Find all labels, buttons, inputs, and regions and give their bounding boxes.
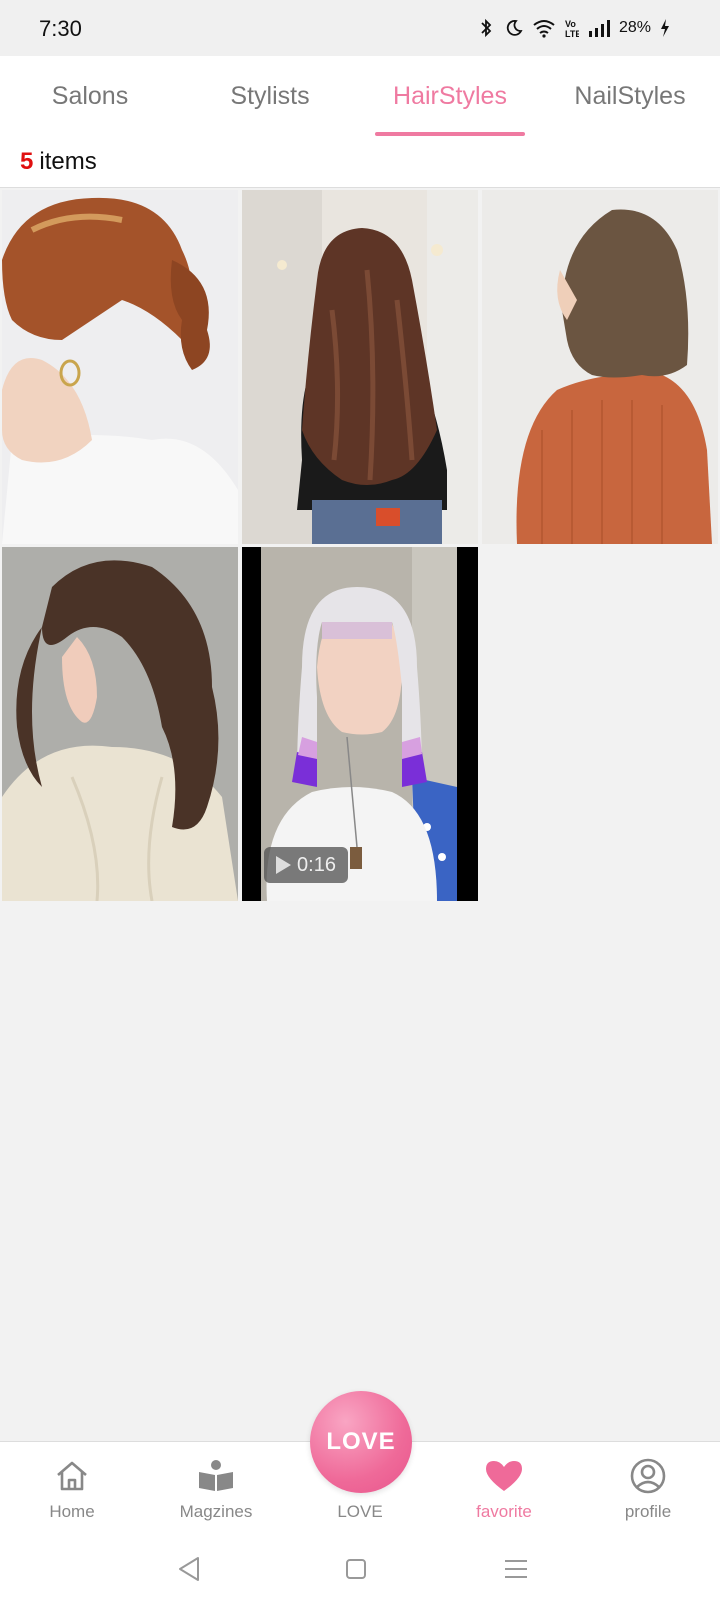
book-icon xyxy=(196,1456,236,1496)
play-icon xyxy=(276,856,292,874)
menu-icon[interactable] xyxy=(503,1555,529,1583)
nav-love-label: LOVE xyxy=(337,1502,383,1521)
nav-magazines[interactable]: Magzines xyxy=(144,1442,288,1539)
back-icon[interactable] xyxy=(176,1555,202,1583)
hairstyle-photo xyxy=(2,190,238,544)
hairstyle-photo xyxy=(242,190,478,544)
heart-icon xyxy=(484,1456,524,1496)
tab-salons[interactable]: Salons xyxy=(0,56,180,136)
love-button[interactable]: LOVE xyxy=(310,1391,412,1493)
wifi-icon xyxy=(533,20,555,38)
nav-favorite[interactable]: favorite xyxy=(432,1442,576,1539)
nav-profile[interactable]: profile xyxy=(576,1442,720,1539)
system-navigation xyxy=(0,1539,720,1600)
bluetooth-icon xyxy=(481,18,492,38)
video-duration: 0:16 xyxy=(297,853,336,876)
tab-hairstyles[interactable]: HairStyles xyxy=(360,56,540,136)
category-tabs: Salons Stylists HairStyles NailStyles xyxy=(0,56,720,136)
tab-label: NailStyles xyxy=(574,81,686,110)
moon-icon xyxy=(506,20,523,36)
svg-text:Vo: Vo xyxy=(565,19,576,29)
status-icons: Vo LTE 28% xyxy=(476,18,670,38)
hairstyle-tile[interactable] xyxy=(2,547,238,901)
nav-home[interactable]: Home xyxy=(0,1442,144,1539)
video-duration-badge: 0:16 xyxy=(264,847,348,883)
hairstyle-tile[interactable] xyxy=(2,190,238,544)
signal-icon xyxy=(588,20,610,37)
hairstyle-video-tile[interactable]: 0:16 xyxy=(242,547,478,901)
tab-label: Salons xyxy=(51,81,129,110)
nav-favorite-label: favorite xyxy=(476,1502,532,1521)
items-header: 5 items xyxy=(0,136,720,188)
tab-label: Stylists xyxy=(230,81,310,110)
hairstyle-photo xyxy=(482,190,718,544)
hairstyle-grid: 0:16 xyxy=(2,190,718,901)
tab-nailstyles[interactable]: NailStyles xyxy=(540,56,720,136)
nav-magazines-label: Magzines xyxy=(179,1502,253,1521)
home-square-icon[interactable] xyxy=(343,1555,369,1583)
tab-label: HairStyles xyxy=(393,81,507,110)
tab-stylists[interactable]: Stylists xyxy=(180,56,360,136)
hairstyle-photo xyxy=(2,547,238,901)
hairstyle-tile[interactable] xyxy=(242,190,478,544)
status-time: 7:30 xyxy=(39,16,82,41)
battery-level: 28% xyxy=(618,19,651,36)
items-label: items xyxy=(39,147,97,175)
hairstyle-tile[interactable] xyxy=(482,190,718,544)
profile-icon xyxy=(628,1456,668,1496)
svg-text:LTE: LTE xyxy=(565,29,579,38)
home-icon xyxy=(52,1456,92,1496)
charging-icon xyxy=(661,19,669,37)
volte-icon: VoLTE xyxy=(565,19,579,38)
nav-profile-label: profile xyxy=(624,1502,672,1521)
status-bar: 7:30 Vo LTE 28% xyxy=(0,0,720,56)
nav-home-label: Home xyxy=(49,1502,95,1521)
items-count: 5 xyxy=(20,147,34,175)
